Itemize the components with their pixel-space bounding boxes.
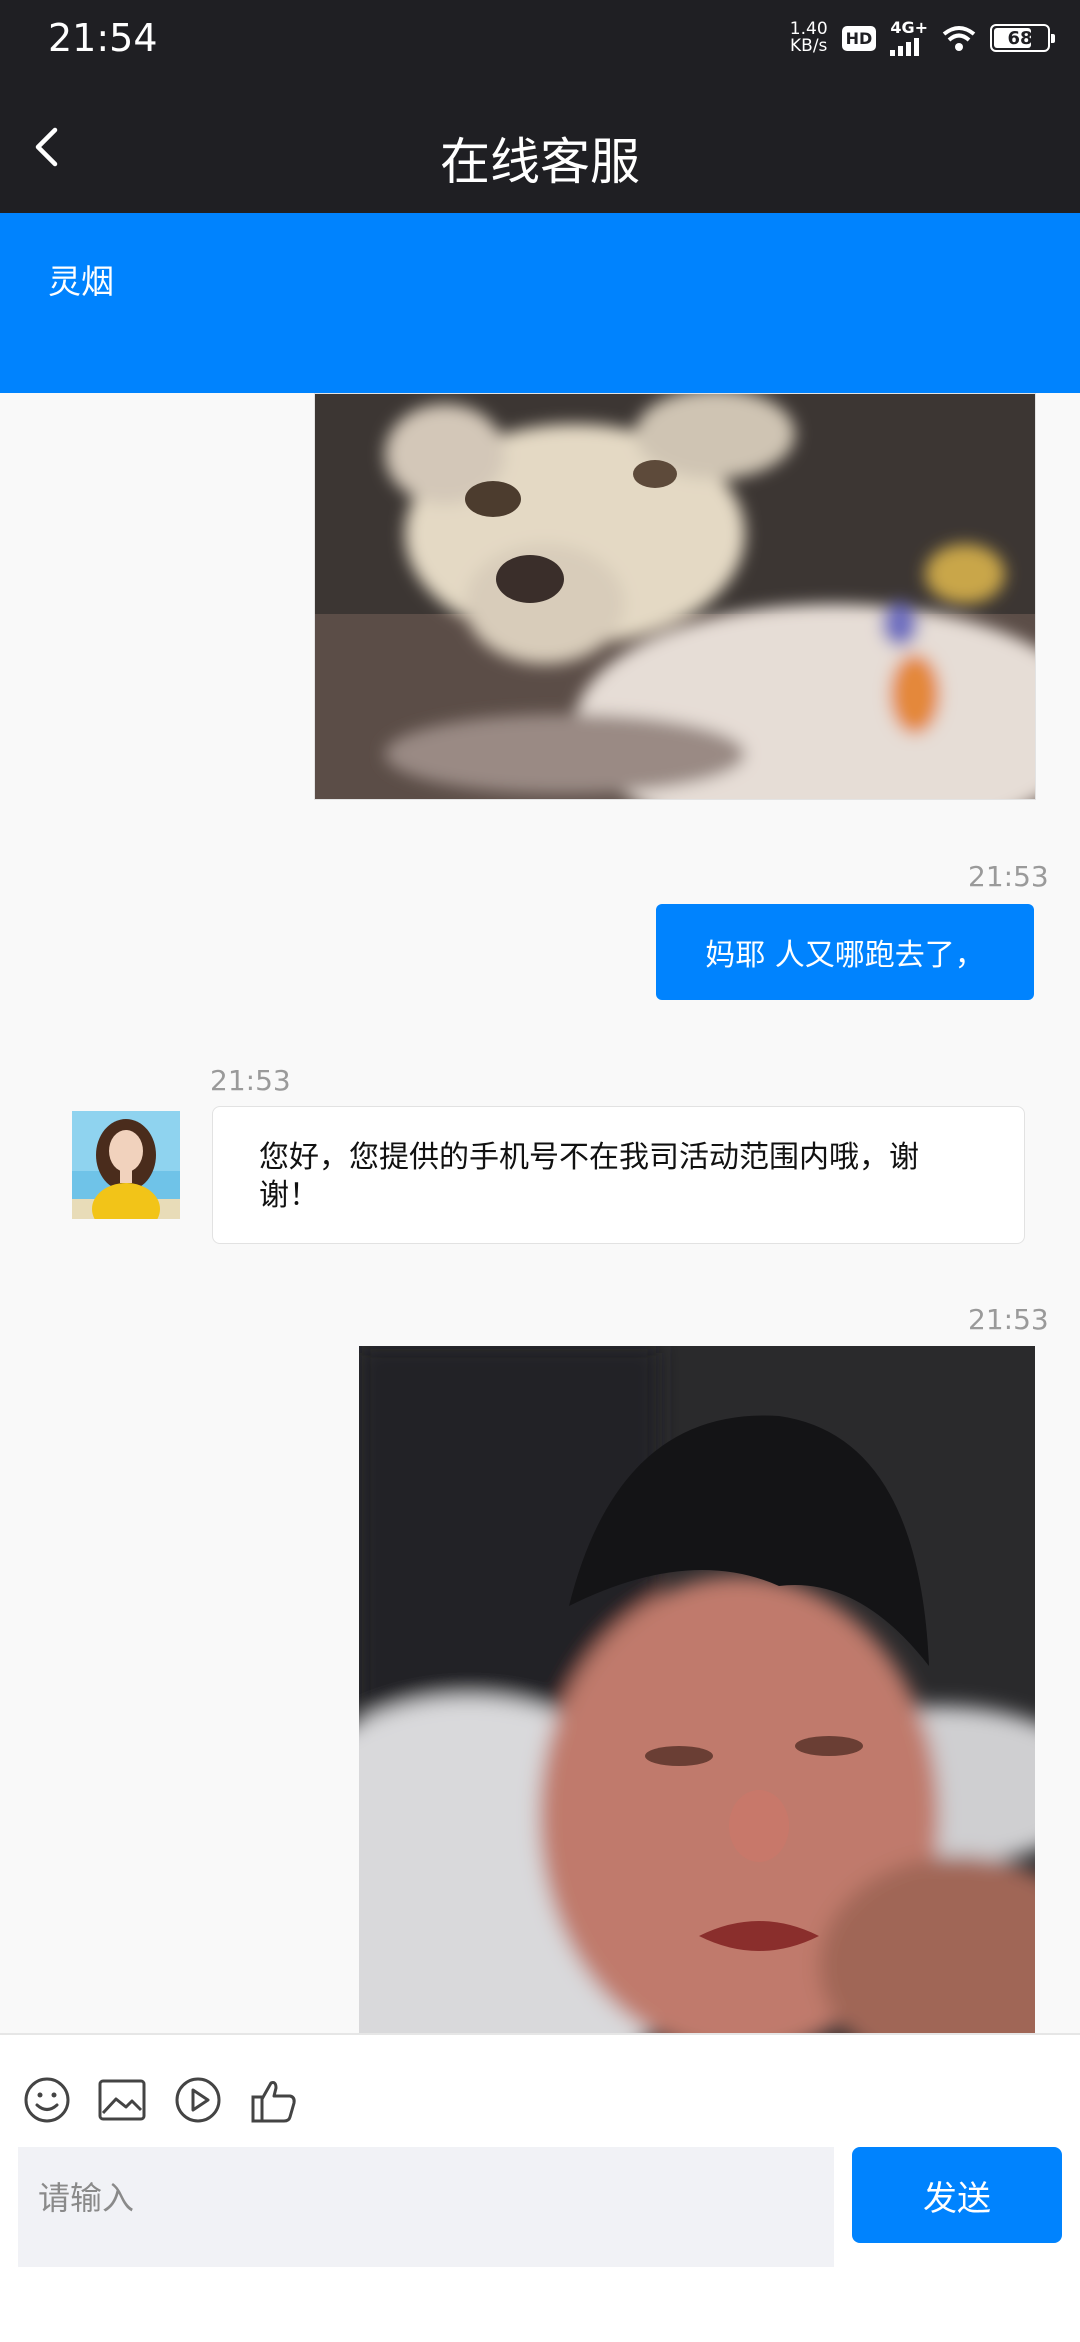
signal-icon: 4G+ [890, 20, 928, 56]
battery-icon: 68 [990, 24, 1055, 52]
dog-photo-icon [315, 394, 1035, 799]
hd-icon: HD [841, 25, 877, 51]
message-input[interactable] [18, 2147, 834, 2267]
message-bubble-outgoing[interactable]: 妈耶 人又哪跑去了， [656, 904, 1034, 1000]
message-time: 21:53 [968, 1303, 1049, 1336]
message-text: 妈耶 人又哪跑去了， [705, 938, 985, 973]
agent-header: 灵烟 [0, 213, 1080, 393]
status-indicators: 1.40 KB/s HD 4G+ 68 [789, 19, 1055, 56]
message-time: 21:53 [968, 860, 1049, 893]
chat-area[interactable]: 21:53 妈耶 人又哪跑去了， 21:53 您好，您提供的手机号不在我司活动范… [0, 393, 1080, 2033]
agent-name: 灵烟 [48, 262, 114, 301]
video-icon[interactable] [173, 2075, 223, 2125]
message-image-man[interactable] [359, 1346, 1035, 2033]
message-time: 21:53 [210, 1064, 291, 1097]
page-title: 在线客服 [440, 133, 640, 191]
send-button[interactable]: 发送 [852, 2147, 1062, 2243]
message-text: 您好，您提供的手机号不在我司活动范围内哦，谢谢！ [259, 1140, 919, 1213]
message-image-dog[interactable] [314, 393, 1036, 800]
status-time: 21:54 [48, 16, 158, 60]
nav-bar: 在线客服 [0, 82, 1080, 213]
agent-avatar [72, 1111, 180, 1219]
status-bar: 21:54 1.40 KB/s HD 4G+ 68 [0, 0, 1080, 82]
avatar-photo-icon [72, 1111, 180, 1219]
wifi-icon [942, 26, 976, 51]
input-panel: 发送 [0, 2033, 1080, 2342]
image-icon[interactable] [97, 2075, 147, 2125]
crying-man-photo-icon [359, 1346, 1035, 2033]
network-speed: 1.40 KB/s [789, 19, 828, 56]
thumbs-up-icon[interactable] [249, 2075, 299, 2125]
message-bubble-incoming[interactable]: 您好，您提供的手机号不在我司活动范围内哦，谢谢！ [212, 1106, 1025, 1244]
emoji-icon[interactable] [22, 2075, 72, 2125]
